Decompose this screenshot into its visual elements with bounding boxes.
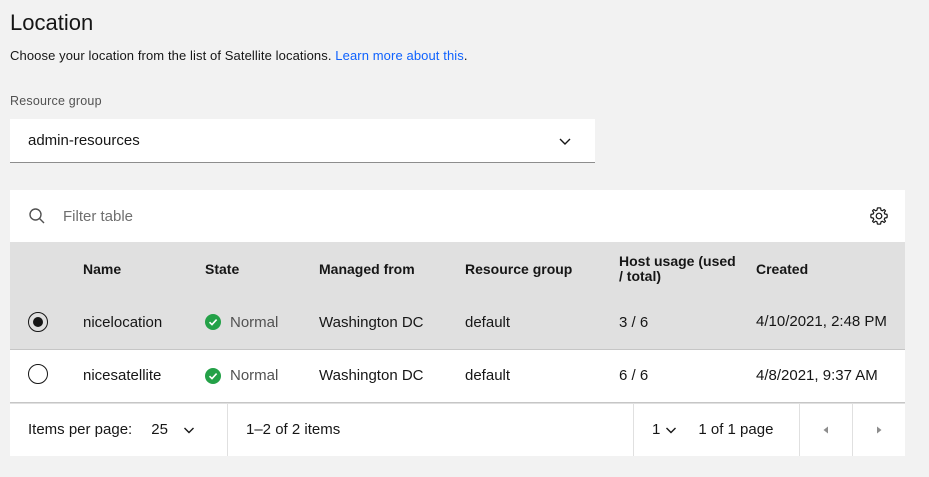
locations-table: Name State Managed from Resource group H… — [10, 190, 905, 456]
page-selector: 1 1 of 1 page — [633, 403, 799, 456]
resource-group-dropdown[interactable]: admin-resources — [10, 119, 595, 163]
chevron-down-icon — [666, 427, 677, 433]
learn-more-link[interactable]: Learn more about this — [335, 48, 464, 63]
chevron-down-icon — [183, 427, 194, 433]
header-resource-group[interactable]: Resource group — [465, 242, 619, 296]
filter-table-input[interactable] — [54, 200, 834, 232]
cell-host-usage: 6 / 6 — [619, 367, 649, 384]
items-range: 1–2 of 2 items — [246, 421, 341, 438]
search-icon — [29, 208, 45, 224]
page-number-select[interactable]: 1 — [652, 421, 678, 438]
caret-left-icon — [823, 426, 828, 433]
cell-resource-group: default — [465, 313, 511, 331]
checkmark-filled-icon — [205, 367, 221, 384]
chevron-down-icon — [559, 138, 571, 145]
cell-state-wrap: Normal — [205, 296, 319, 349]
page-of-label: 1 of 1 page — [698, 421, 774, 438]
cell-managed-from: Washington DC — [319, 313, 424, 331]
row-radio-button[interactable] — [28, 363, 48, 384]
gear-icon[interactable] — [869, 206, 889, 226]
header-host-usage[interactable]: Host usage (used / total) — [619, 242, 756, 296]
previous-page-button[interactable] — [799, 403, 852, 456]
cell-created: 4/8/2021, 9:37 AM — [756, 366, 878, 384]
caret-right-icon — [877, 426, 882, 433]
table-header-row: Name State Managed from Resource group H… — [10, 242, 905, 296]
pagination-bar: Items per page: 25 1–2 of 2 items 1 1 of… — [10, 402, 905, 456]
header-name[interactable]: Name — [83, 242, 205, 296]
cell-state: Normal — [230, 313, 279, 331]
checkmark-filled-icon — [205, 314, 221, 331]
description-end: . — [463, 48, 468, 63]
resource-group-value: admin-resources — [28, 132, 140, 149]
items-per-page-value: 25 — [151, 421, 168, 438]
header-created[interactable]: Created — [756, 242, 905, 296]
items-per-page-select[interactable]: 25 — [151, 421, 196, 438]
next-page-button[interactable] — [852, 403, 905, 456]
cell-name: nicelocation — [83, 313, 163, 331]
data-table: Name State Managed from Resource group H… — [10, 242, 905, 403]
page-number-value: 1 — [652, 421, 661, 438]
items-per-page-label: Items per page: — [28, 421, 133, 438]
description-text: Choose your location from the list of Sa… — [10, 48, 332, 63]
resource-group-label: Resource group — [10, 94, 102, 108]
page-description: Choose your location from the list of Sa… — [10, 48, 468, 63]
table-toolbar — [10, 190, 905, 242]
cell-created: 4/10/2021, 2:48 PM — [756, 313, 887, 331]
cell-resource-group: default — [465, 367, 511, 384]
row-radio-button[interactable] — [28, 312, 48, 333]
radio-selected-dot — [33, 317, 43, 328]
cell-state: Normal — [230, 367, 279, 384]
items-per-page: Items per page: 25 — [10, 403, 228, 456]
header-state[interactable]: State — [205, 242, 319, 296]
cell-name: nicesatellite — [83, 367, 162, 384]
cell-managed-from: Washington DC — [319, 367, 424, 384]
page-title: Location — [10, 10, 94, 35]
header-select — [10, 242, 83, 296]
header-managed-from[interactable]: Managed from — [319, 242, 465, 296]
cell-host-usage: 3 / 6 — [619, 313, 649, 331]
cell-state-wrap: Normal — [205, 349, 319, 402]
table-row[interactable]: nicesatellite Normal Washington DC defau… — [10, 349, 905, 402]
table-row[interactable]: nicelocation Normal Washington DC defaul… — [10, 296, 905, 349]
